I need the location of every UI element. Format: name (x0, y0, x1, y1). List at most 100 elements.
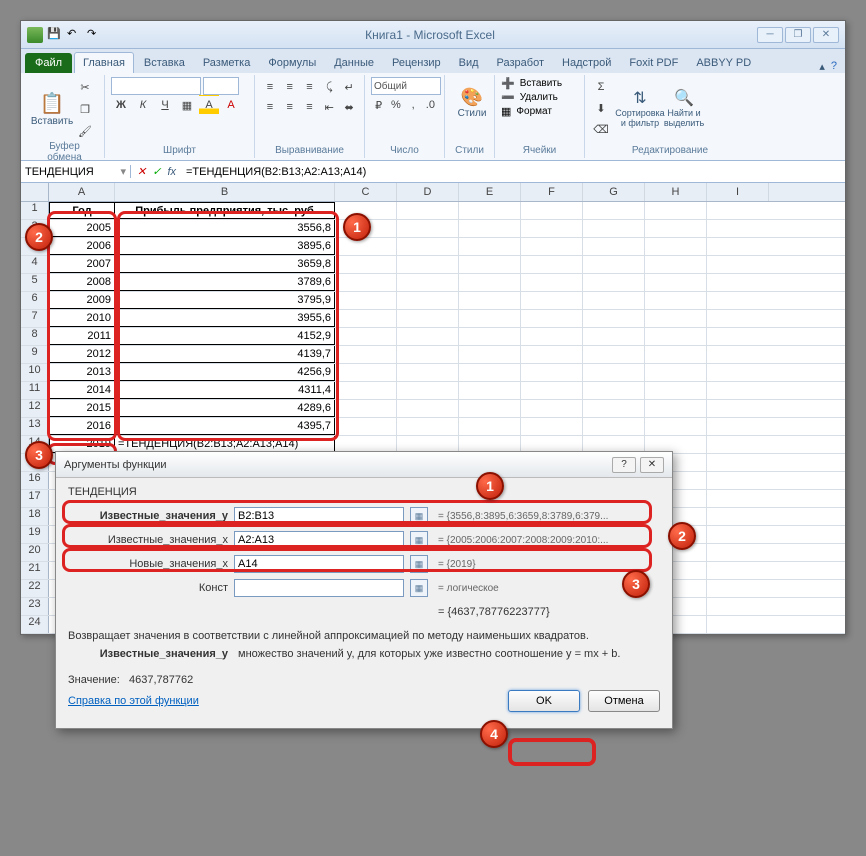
cell[interactable] (459, 418, 521, 435)
cell[interactable] (397, 328, 459, 345)
redo-icon[interactable]: ↷ (87, 27, 103, 43)
copy-icon[interactable]: ❐ (75, 99, 95, 119)
align-right-icon[interactable]: ≡ (301, 97, 319, 117)
cell[interactable] (459, 382, 521, 399)
cell[interactable] (335, 202, 397, 219)
cell[interactable] (645, 256, 707, 273)
row-header[interactable]: 23 (21, 598, 49, 615)
cell[interactable] (645, 400, 707, 417)
cell[interactable] (645, 364, 707, 381)
cell[interactable] (397, 256, 459, 273)
row-header[interactable]: 19 (21, 526, 49, 543)
cell[interactable] (459, 202, 521, 219)
tab-foxit[interactable]: Foxit PDF (621, 53, 686, 73)
cell[interactable]: 4152,9 (115, 328, 335, 345)
cell[interactable] (397, 292, 459, 309)
cell[interactable] (459, 220, 521, 237)
row-header[interactable]: 5 (21, 274, 49, 291)
cell[interactable] (459, 256, 521, 273)
cell[interactable] (645, 328, 707, 345)
fill-color-button[interactable]: A (199, 95, 219, 115)
cell[interactable] (397, 310, 459, 327)
font-color-button[interactable]: A (221, 95, 241, 115)
cell[interactable]: 2014 (49, 382, 115, 399)
tab-formulas[interactable]: Формулы (260, 53, 324, 73)
col-header-d[interactable]: D (397, 183, 459, 201)
number-format-combo[interactable] (371, 77, 441, 95)
row-header[interactable]: 6 (21, 292, 49, 309)
dialog-titlebar[interactable]: Аргументы функции ? ✕ (56, 452, 672, 478)
tab-abbyy[interactable]: ABBYY PD (688, 53, 759, 73)
sort-filter-button[interactable]: ⇅ Сортировка и фильтр (619, 82, 661, 134)
cell[interactable]: 2010 (49, 310, 115, 327)
cell[interactable] (583, 400, 645, 417)
row-header[interactable]: 17 (21, 490, 49, 507)
cell[interactable] (583, 256, 645, 273)
cell[interactable] (335, 310, 397, 327)
cell[interactable]: 2005 (49, 220, 115, 237)
save-icon[interactable]: 💾 (47, 27, 63, 43)
cell[interactable] (459, 328, 521, 345)
cell[interactable]: 4311,4 (115, 382, 335, 399)
row-header[interactable]: 16 (21, 472, 49, 489)
styles-button[interactable]: 🎨 Стили (451, 77, 493, 129)
tab-insert[interactable]: Вставка (136, 53, 193, 73)
cell[interactable] (335, 220, 397, 237)
cell[interactable] (583, 238, 645, 255)
format-painter-icon[interactable]: 🖌 (75, 121, 95, 141)
cell[interactable] (335, 364, 397, 381)
cell[interactable] (521, 310, 583, 327)
cell[interactable] (335, 346, 397, 363)
cell[interactable] (521, 292, 583, 309)
cell[interactable] (583, 418, 645, 435)
align-center-icon[interactable]: ≡ (281, 97, 299, 117)
cell[interactable] (397, 382, 459, 399)
cell[interactable] (521, 346, 583, 363)
cell[interactable] (583, 220, 645, 237)
tab-developer[interactable]: Разработ (489, 53, 552, 73)
cell[interactable] (521, 202, 583, 219)
cell[interactable]: Прибыль предприятия, тыс. руб (115, 202, 335, 219)
cell[interactable] (645, 274, 707, 291)
dropdown-icon[interactable]: ▾ (120, 165, 126, 178)
row-header[interactable]: 18 (21, 508, 49, 525)
orientation-icon[interactable]: ⤹ (320, 77, 338, 97)
row-header[interactable]: 8 (21, 328, 49, 345)
fill-button[interactable]: ⬇ (591, 98, 611, 118)
cell[interactable]: 2009 (49, 292, 115, 309)
minimize-ribbon-icon[interactable]: ▴ (819, 60, 825, 73)
cell[interactable] (397, 238, 459, 255)
col-header-b[interactable]: B (115, 183, 335, 201)
clear-button[interactable]: ⌫ (591, 119, 611, 139)
percent-icon[interactable]: % (388, 95, 403, 115)
row-header[interactable]: 3 (21, 238, 49, 255)
cell[interactable]: 2006 (49, 238, 115, 255)
cell[interactable] (397, 400, 459, 417)
wrap-text-icon[interactable]: ↵ (340, 77, 358, 97)
cell[interactable] (521, 256, 583, 273)
align-left-icon[interactable]: ≡ (261, 97, 279, 117)
row-header[interactable]: 12 (21, 400, 49, 417)
cell[interactable] (583, 328, 645, 345)
range-picker-icon[interactable]: ▦ (410, 507, 428, 525)
select-all-button[interactable] (21, 183, 49, 201)
cut-icon[interactable]: ✂ (75, 77, 95, 97)
row-header[interactable]: 13 (21, 418, 49, 435)
arg-input-new-x[interactable] (234, 555, 404, 573)
cell[interactable] (521, 382, 583, 399)
autosum-button[interactable]: Σ (591, 77, 611, 97)
cell[interactable] (645, 238, 707, 255)
cell[interactable] (583, 310, 645, 327)
border-button[interactable]: ▦ (177, 95, 197, 115)
cell[interactable] (335, 256, 397, 273)
dialog-close-button[interactable]: ✕ (640, 457, 664, 473)
cell[interactable]: 4256,9 (115, 364, 335, 381)
row-header[interactable]: 9 (21, 346, 49, 363)
cell[interactable] (521, 274, 583, 291)
maximize-button[interactable]: ❐ (785, 27, 811, 43)
cell[interactable] (583, 292, 645, 309)
cell[interactable] (645, 418, 707, 435)
cell[interactable] (335, 418, 397, 435)
cell[interactable] (459, 238, 521, 255)
cell[interactable] (521, 364, 583, 381)
